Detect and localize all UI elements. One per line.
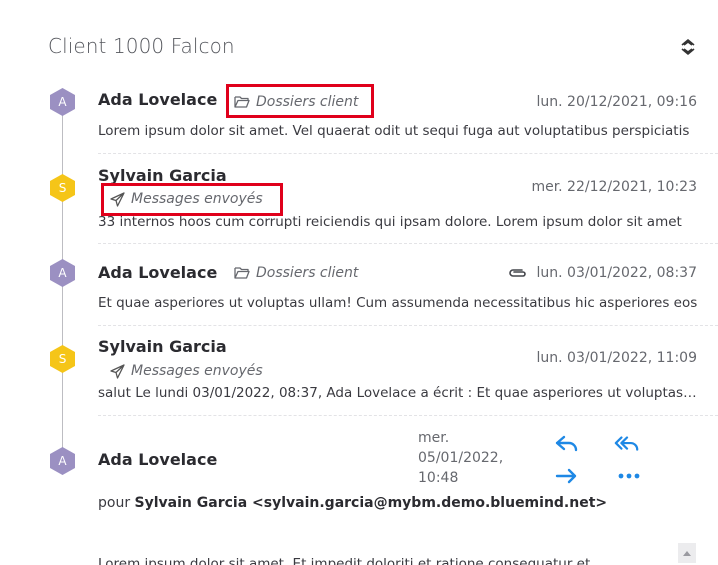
message-date: lun. 03/01/2022, 11:09	[536, 350, 697, 366]
message-date: mer. 22/12/2021, 10:23	[531, 179, 697, 195]
collapse-icon[interactable]	[679, 38, 697, 56]
folder-label: Messages envoyés	[110, 191, 263, 207]
scroll-up-icon[interactable]	[678, 543, 696, 563]
message-preview: 33 internos hoos cum corrupti reiciendis…	[98, 214, 682, 230]
message-date: lun. 20/12/2021, 09:16	[536, 94, 697, 110]
recipient-address[interactable]: Sylvain Garcia <sylvain.garcia@mybm.demo…	[135, 495, 608, 511]
avatar: A	[50, 447, 75, 475]
sender-name: Sylvain Garcia	[98, 166, 227, 185]
folder-open-icon	[234, 96, 250, 108]
message-date: mer. 05/01/2022, 10:48	[418, 430, 504, 486]
reply-all-button[interactable]	[614, 432, 640, 456]
recipient-line: pour Sylvain Garcia <sylvain.garcia@mybm…	[98, 495, 608, 511]
sender-name: Ada Lovelace	[98, 263, 218, 282]
avatar: A	[50, 259, 75, 287]
conversation-item[interactable]: Sylvain Garcia Messages envoyés mer. 22/…	[98, 154, 718, 244]
message-preview: Lorem ipsum dolor sit amet. Vel quaerat …	[98, 123, 690, 139]
message-preview: salut Le lundi 03/01/2022, 08:37, Ada Lo…	[98, 385, 698, 401]
more-button[interactable]	[616, 464, 642, 488]
page-title: Client 1000 Falcon	[48, 34, 235, 58]
forward-button[interactable]	[554, 464, 580, 488]
avatar: S	[50, 345, 75, 373]
paper-plane-icon	[110, 363, 125, 379]
folder-label: Dossiers client	[234, 265, 358, 281]
conversation-item[interactable]: Ada Lovelace Dossiers client lun. 03/01/…	[98, 244, 718, 326]
message-preview: Et quae asperiores ut voluptas ullam! Cu…	[98, 295, 698, 311]
conversation-item[interactable]: Ada Lovelace Dossiers client lun. 20/12/…	[98, 80, 718, 154]
folder-label: Messages envoyés	[110, 363, 263, 379]
forward-icon	[555, 468, 577, 484]
message-date: lun. 03/01/2022, 08:37	[508, 265, 697, 281]
sender-name: Sylvain Garcia	[98, 337, 227, 356]
sender-name: Ada Lovelace	[98, 450, 218, 469]
avatar: S	[50, 174, 75, 202]
folder-label: Dossiers client	[234, 94, 358, 110]
sender-name: Ada Lovelace	[98, 90, 218, 109]
avatar: A	[50, 88, 75, 116]
reply-button[interactable]	[554, 432, 580, 456]
folder-open-icon	[234, 267, 250, 279]
conversation-item[interactable]: Sylvain Garcia Messages envoyés lun. 03/…	[98, 326, 718, 416]
message-body: Lorem ipsum dolor sit amet. Et impedit d…	[98, 556, 591, 565]
reply-icon	[555, 435, 578, 452]
paperclip-icon	[508, 269, 526, 277]
paper-plane-icon	[110, 191, 125, 207]
more-icon	[618, 473, 640, 479]
reply-all-icon	[614, 436, 639, 451]
